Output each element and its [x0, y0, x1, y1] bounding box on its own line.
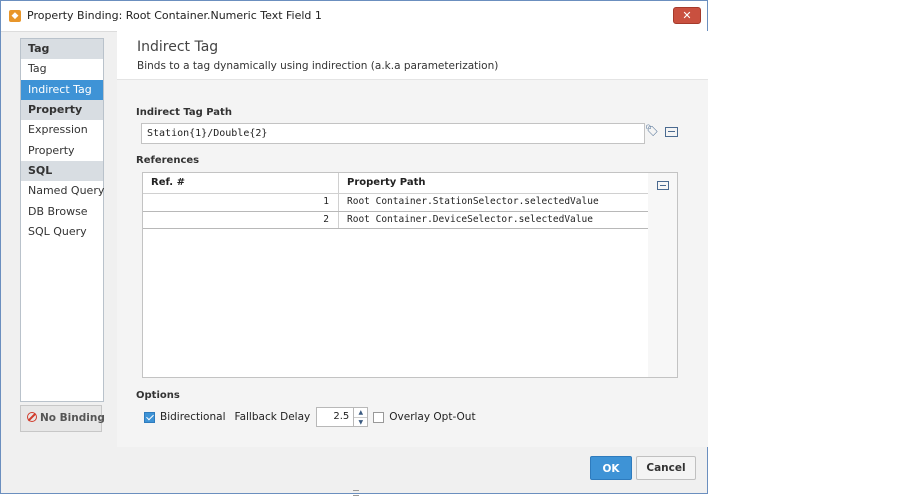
cell-property-path[interactable]: Root Container.StationSelector.selectedV… — [339, 194, 599, 211]
indirect-tag-path-label: Indirect Tag Path — [136, 107, 232, 118]
cancel-button[interactable]: Cancel — [636, 456, 696, 480]
spinner-down-icon[interactable]: ▼ — [354, 418, 367, 427]
spinner-buttons: ▲ ▼ — [353, 408, 368, 427]
title-bar[interactable]: ◆ Property Binding: Root Container.Numer… — [1, 1, 707, 32]
no-entry-icon — [27, 412, 37, 422]
resize-grip-icon[interactable] — [353, 490, 359, 496]
nav-header-tag: Tag — [21, 39, 103, 59]
column-header-ref[interactable]: Ref. # — [143, 173, 339, 193]
table-header: Ref. # Property Path — [143, 173, 648, 194]
nav-item-indirect-tag[interactable]: Indirect Tag — [21, 79, 103, 100]
no-binding-label: No Binding — [40, 412, 105, 424]
edit-references-icon[interactable] — [657, 181, 669, 190]
nav-item-tag[interactable]: Tag — [21, 59, 103, 80]
property-binding-dialog: ◆ Property Binding: Root Container.Numer… — [0, 0, 708, 496]
ok-button[interactable]: OK — [590, 456, 632, 480]
window-title: Property Binding: Root Container.Numeric… — [27, 9, 322, 22]
nav-item-sql-query[interactable]: SQL Query — [21, 222, 103, 243]
binding-type-list: Tag Tag Indirect Tag Property Expression… — [20, 38, 104, 402]
close-button[interactable]: ✕ — [673, 7, 701, 24]
overlay-opt-out-checkbox[interactable] — [373, 411, 385, 423]
references-label: References — [136, 155, 200, 166]
table-side-toolbar — [648, 172, 678, 378]
panel-header: Indirect Tag Binds to a tag dynamically … — [117, 31, 708, 80]
cell-ref[interactable]: 1 — [143, 194, 339, 211]
edit-path-icon[interactable] — [665, 127, 678, 137]
table-row[interactable]: 1 Root Container.StationSelector.selecte… — [143, 194, 648, 212]
nav-item-property[interactable]: Property — [21, 141, 103, 162]
options-label: Options — [136, 390, 180, 401]
panel-subtitle: Binds to a tag dynamically using indirec… — [137, 60, 499, 72]
indirect-tag-path-input[interactable]: Station{1}/Double{2} — [141, 123, 645, 144]
bidirectional-checkbox[interactable] — [144, 411, 155, 423]
fallback-delay-label: Fallback Delay — [234, 411, 311, 423]
nav-item-expression[interactable]: Expression — [21, 120, 103, 141]
nav-header-sql: SQL — [21, 161, 103, 181]
references-table: Ref. # Property Path 1 Root Container.St… — [142, 172, 649, 378]
nav-header-property: Property — [21, 100, 103, 120]
overlay-opt-out-label: Overlay Opt-Out — [389, 411, 476, 423]
tag-browse-icon[interactable]: 🏷 — [645, 125, 659, 136]
spinner-up-icon[interactable]: ▲ — [354, 408, 368, 418]
fallback-delay-spinner[interactable]: 2.5 ▲ ▼ — [316, 407, 369, 427]
binding-config-panel: Indirect Tag Binds to a tag dynamically … — [117, 31, 708, 447]
fallback-delay-value[interactable]: 2.5 — [317, 408, 353, 426]
bidirectional-label: Bidirectional — [160, 411, 226, 423]
ignition-app-icon: ◆ — [9, 10, 21, 22]
panel-title: Indirect Tag — [137, 39, 219, 55]
options-row: Bidirectional Fallback Delay 2.5 ▲ ▼ Ove… — [144, 406, 476, 428]
nav-item-db-browse[interactable]: DB Browse — [21, 202, 103, 223]
nav-item-named-query[interactable]: Named Query — [21, 181, 104, 202]
no-binding-button[interactable]: No Binding — [20, 405, 105, 432]
cell-ref[interactable]: 2 — [143, 211, 339, 228]
table-row[interactable]: 2 Root Container.DeviceSelector.selected… — [143, 211, 648, 229]
column-header-property-path[interactable]: Property Path — [339, 173, 426, 193]
cell-property-path[interactable]: Root Container.DeviceSelector.selectedVa… — [339, 212, 593, 229]
